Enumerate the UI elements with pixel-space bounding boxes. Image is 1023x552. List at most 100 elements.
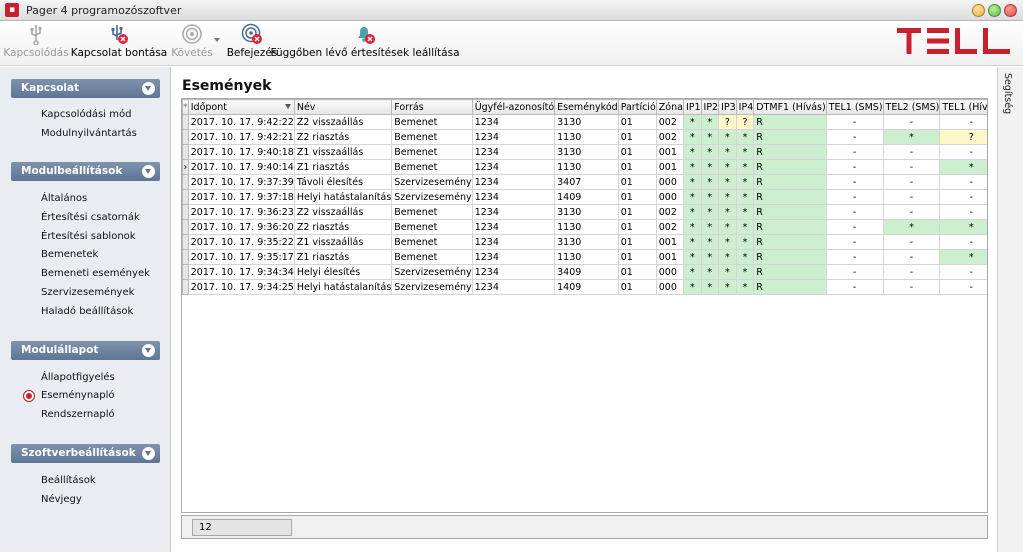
column-header[interactable]: IP1 — [682, 99, 702, 115]
table-cell: - — [825, 249, 884, 265]
table-cell: - — [882, 189, 941, 205]
sidebar-item-module-registry[interactable]: Modulnyilvántartás — [41, 128, 137, 139]
table-row[interactable]: 2017. 10. 17. 9:42:22 Z2 visszaállás Bemen… — [182, 114, 987, 130]
table-row[interactable]: 2017. 10. 17. 9:36:23 Z2 visszaállás Bemen… — [182, 204, 987, 220]
connect-button[interactable]: Kapcsolódás — [3, 23, 69, 64]
radar-icon — [182, 24, 202, 44]
table-cell: R — [753, 189, 827, 205]
finish-button[interactable]: Befejezés — [227, 23, 277, 64]
table-cell: * — [700, 234, 720, 250]
column-header[interactable]: Forrás — [391, 99, 473, 115]
sidebar-item-about[interactable]: Névjegy — [41, 494, 82, 505]
tell-logo — [897, 28, 1010, 54]
sidebar-section-module-settings[interactable]: Modulbeállítások — [11, 162, 160, 181]
table-cell: Z1 riasztás — [293, 249, 393, 265]
disconnect-button[interactable]: Kapcsolat bontása — [71, 23, 167, 64]
sidebar-item-system-log[interactable]: Rendszernapló — [41, 409, 115, 420]
maximize-button[interactable] — [988, 4, 1001, 17]
chevron-down-icon[interactable] — [142, 447, 155, 460]
table-header: * Időpont Név Forrás Ügyfél-azonosító Esemény… — [182, 99, 987, 115]
table-cell: * — [682, 189, 702, 205]
chevron-down-icon[interactable] — [142, 82, 155, 95]
table-cell: * — [718, 219, 737, 235]
events-grid[interactable]: * Időpont Név Forrás Ügyfél-azonosító Esemény… — [181, 98, 988, 513]
table-cell: - — [882, 279, 941, 295]
sidebar-item-general[interactable]: Általános — [41, 193, 87, 204]
table-cell: R — [753, 114, 827, 130]
sidebar-item-event-log[interactable]: Eseménynapló — [41, 390, 115, 401]
sidebar-section-software-settings[interactable]: Szoftverbeállítások — [11, 444, 160, 463]
table-cell: 2017. 10. 17. 9:36:20 — [187, 219, 295, 235]
column-header[interactable]: IP2 — [700, 99, 720, 115]
chevron-down-icon[interactable] — [142, 344, 155, 357]
table-row[interactable]: 2017. 10. 17. 9:34:25 Helyi hatástalanítá… — [182, 279, 987, 295]
table-cell: 1234 — [471, 189, 556, 205]
table-cell: * — [700, 219, 720, 235]
follow-button[interactable]: Követés — [170, 23, 214, 64]
chevron-down-icon[interactable] — [142, 165, 155, 178]
sidebar-item-inputs[interactable]: Bemenetek — [41, 249, 98, 260]
table-row[interactable]: › 2017. 10. 17. 9:40:14 Z1 riasztás Bemenet… — [182, 159, 987, 175]
help-tab[interactable]: Segítség — [997, 67, 1023, 552]
table-cell: 3409 — [554, 264, 619, 280]
table-row[interactable]: 2017. 10. 17. 9:42:21 Z2 riasztás Bemenet 1… — [182, 129, 987, 145]
sidebar-item-status-monitoring[interactable]: Állapotfigyelés — [41, 372, 115, 383]
table-cell: * — [682, 159, 702, 175]
table-cell: 2017. 10. 17. 9:37:18 — [187, 189, 295, 205]
table-cell: 001 — [655, 234, 684, 250]
table-cell: Bemenet — [391, 249, 473, 265]
column-header[interactable]: Eseménykód — [554, 99, 619, 115]
table-cell: 3130 — [554, 144, 619, 160]
table-cell: Távoli élesítés — [293, 174, 393, 190]
title-bar: ▪ Pager 4 programozószoftver — [0, 0, 1023, 21]
stop-pending-notifications-button[interactable]: Függőben lévő értesítések leállítása — [270, 23, 460, 64]
column-header[interactable]: TEL2 (SMS) — [882, 99, 941, 115]
active-item-indicator-icon — [23, 390, 35, 402]
table-cell: * — [682, 219, 702, 235]
table-cell: 001 — [655, 144, 684, 160]
table-cell: * — [682, 174, 702, 190]
sidebar-item-service-events[interactable]: Szervizesemények — [41, 287, 134, 298]
column-header[interactable]: DTMF1 (Hívás) — [753, 99, 827, 115]
table-row[interactable]: 2017. 10. 17. 9:37:18 Helyi hatástalanítá… — [182, 189, 987, 205]
minimize-button[interactable] — [972, 4, 985, 17]
table-cell: * — [735, 219, 755, 235]
column-header[interactable]: Név — [293, 99, 393, 115]
table-row[interactable]: 2017. 10. 17. 9:36:20 Z2 riasztás Bemenet 1… — [182, 219, 987, 235]
column-header[interactable]: Partíció — [617, 99, 657, 115]
table-row[interactable]: 2017. 10. 17. 9:37:39 Távoli élesítés Szer… — [182, 174, 987, 190]
table-cell: - — [882, 174, 941, 190]
sidebar-item-advanced-settings[interactable]: Haladó beállítások — [41, 306, 133, 317]
column-header[interactable]: IP4 — [735, 99, 755, 115]
table-row[interactable]: 2017. 10. 17. 9:35:17 Z1 riasztás Bemenet 1… — [182, 249, 987, 265]
table-cell: 001 — [655, 159, 684, 175]
table-cell: * — [939, 249, 987, 265]
sidebar-item-input-events[interactable]: Bemeneti események — [41, 268, 150, 279]
table-cell: 01 — [617, 114, 657, 130]
table-cell: 1234 — [471, 264, 556, 280]
column-header[interactable]: Ügyfél-azonosító — [471, 99, 556, 115]
table-cell: 3130 — [554, 234, 619, 250]
table-row[interactable]: 2017. 10. 17. 9:40:18 Z1 visszaállás Bemen… — [182, 144, 987, 160]
column-header[interactable]: IP3 — [718, 99, 737, 115]
follow-dropdown-icon[interactable] — [214, 38, 220, 42]
table-cell: R — [753, 279, 827, 295]
column-header[interactable]: Zóna — [655, 99, 684, 115]
sidebar-item-settings[interactable]: Beállítások — [41, 475, 96, 486]
table-cell: * — [735, 204, 755, 220]
column-header[interactable]: Időpont — [187, 99, 295, 115]
close-button[interactable] — [1004, 4, 1017, 17]
sidebar-item-notification-templates[interactable]: Értesítési sablonok — [41, 231, 136, 242]
sidebar-item-notification-channels[interactable]: Értesítési csatornák — [41, 212, 140, 223]
table-cell: R — [753, 219, 827, 235]
table-row[interactable]: 2017. 10. 17. 9:34:34 Helyi élesítés Szerv… — [182, 264, 987, 280]
sidebar-section-module-status[interactable]: Modulállapot — [11, 341, 160, 360]
column-header[interactable]: TEL1 (SMS) — [825, 99, 884, 115]
table-cell: ? — [939, 129, 987, 145]
sidebar-item-connection-mode[interactable]: Kapcsolódási mód — [41, 109, 131, 120]
table-cell: * — [718, 279, 737, 295]
column-header[interactable]: TEL1 (Hívás) — [939, 99, 987, 115]
sidebar-section-connection[interactable]: Kapcsolat — [11, 79, 160, 98]
table-cell: R — [753, 234, 827, 250]
table-row[interactable]: 2017. 10. 17. 9:35:22 Z1 visszaállás Bemen… — [182, 234, 987, 250]
